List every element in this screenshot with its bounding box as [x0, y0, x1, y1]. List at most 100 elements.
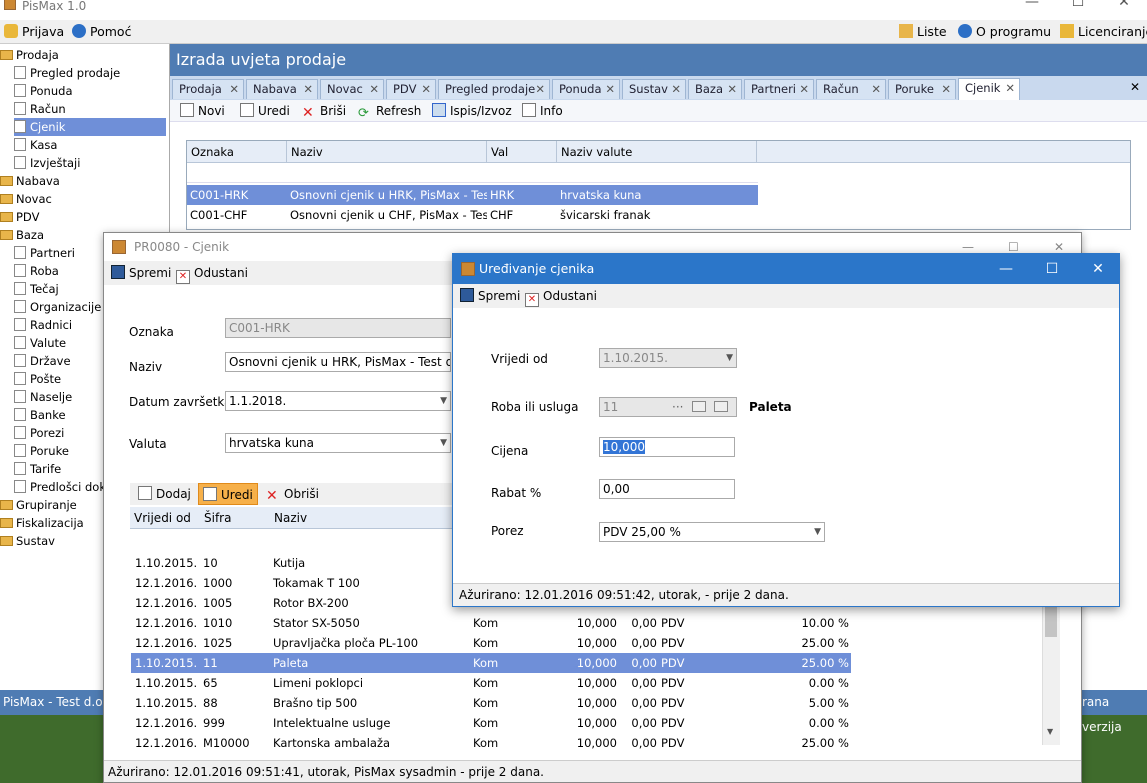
open-folder-icon[interactable] — [692, 401, 706, 412]
tab-3[interactable]: PDV ✕ — [386, 79, 436, 99]
close-tab-icon[interactable]: ✕ — [799, 80, 809, 98]
table-row[interactable]: 12.1.2016. M10000 Kartonska ambalaža Kom 10,… — [131, 733, 851, 753]
table-row[interactable]: 1.10.2015. 65 Limeni poklopci Kom 10,000 0,00… — [131, 673, 851, 693]
close-button[interactable]: ✕ — [1104, 0, 1144, 14]
close-tab-icon[interactable]: ✕ — [941, 80, 951, 98]
menu-prijava[interactable]: Prijava — [4, 23, 64, 41]
edit-icon[interactable] — [714, 401, 728, 412]
tab-11[interactable]: Cjenik ✕ — [958, 78, 1020, 100]
cancel-button[interactable]: ✕ Odustani — [176, 264, 248, 284]
edit-button[interactable]: Uredi — [240, 102, 290, 120]
tab-9[interactable]: Račun ✕ — [816, 79, 886, 99]
items-scrollbar[interactable]: ▼ — [1042, 603, 1060, 745]
menu-o-programu[interactable]: O programu — [958, 23, 1051, 41]
document-icon — [14, 84, 26, 97]
roba-field[interactable]: 11 ··· — [599, 397, 737, 417]
chevron-down-icon[interactable]: ▼ — [726, 349, 733, 367]
close-tab-icon[interactable]: ✕ — [1005, 79, 1015, 97]
scrollbar-thumb[interactable] — [1045, 605, 1057, 637]
close-button[interactable]: ✕ — [1075, 254, 1121, 284]
col-naziv[interactable]: Naziv — [287, 141, 487, 163]
tab-4[interactable]: Pregled prodaje ✕ — [438, 79, 550, 99]
close-all-tabs-icon[interactable]: ✕ — [1130, 80, 1140, 94]
table-row[interactable]: 12.1.2016. 1010 Stator SX-5050 Kom 10,000 0,0… — [131, 613, 851, 633]
tab-7[interactable]: Baza ✕ — [688, 79, 742, 99]
tab-6[interactable]: Sustav ✕ — [622, 79, 686, 99]
sidebar-item[interactable]: Račun — [14, 100, 166, 118]
close-tab-icon[interactable]: ✕ — [421, 80, 431, 98]
table-row[interactable]: 1.10.2015. 88 Brašno tip 500 Kom 10,000 0,00 P… — [131, 693, 851, 713]
tab-5[interactable]: Ponuda ✕ — [552, 79, 620, 99]
table-row[interactable]: 12.1.2016. 1025 Upravljačka ploča PL-100 Ko… — [131, 633, 851, 653]
col-val[interactable]: Val — [487, 141, 557, 163]
rabat-label: Rabat % — [491, 486, 542, 500]
delete-button[interactable]: ✕ Briši — [302, 102, 346, 120]
table-row[interactable]: 12.1.2016. 999 Intelektualne usluge Kom 10,0… — [131, 713, 851, 733]
tab-0[interactable]: Prodaja ✕ — [172, 79, 244, 99]
menu-pomoc[interactable]: Pomoć — [72, 23, 131, 41]
save-button[interactable]: Spremi — [460, 287, 520, 305]
close-tab-icon[interactable]: ✕ — [229, 80, 239, 98]
close-tab-icon[interactable]: ✕ — [871, 80, 881, 98]
col-sifra[interactable]: Šifra — [204, 511, 231, 525]
tab-2[interactable]: Novac ✕ — [320, 79, 384, 99]
maximize-button[interactable]: ☐ — [1029, 254, 1075, 284]
sidebar-item[interactable]: Kasa — [14, 136, 166, 154]
close-tab-icon[interactable]: ✕ — [369, 80, 379, 98]
datum-field[interactable]: 1.1.2018. ▼ — [225, 391, 451, 411]
new-button[interactable]: Novi — [180, 102, 225, 120]
tab-8[interactable]: Partneri ✕ — [744, 79, 814, 99]
col-oznaka[interactable]: Oznaka — [187, 141, 287, 163]
sidebar-item-label: Kasa — [30, 138, 58, 152]
naziv-field[interactable]: Osnovni cjenik u HRK, PisMax - Test d.o.… — [225, 352, 451, 372]
print-export-button[interactable]: Ispis/Izvoz — [432, 102, 512, 120]
col-vrijedi-od[interactable]: Vrijedi od — [134, 511, 191, 525]
minimize-button[interactable]: — — [983, 254, 1029, 284]
sidebar-item[interactable]: Pregled prodaje — [14, 64, 166, 82]
more-icon[interactable]: ··· — [672, 398, 683, 416]
cancel-button[interactable]: ✕ Odustani — [525, 287, 597, 307]
edit-item-button[interactable]: Uredi — [198, 483, 258, 505]
cijena-field[interactable]: 10,000 — [599, 437, 735, 457]
menu-liste[interactable]: Liste — [899, 23, 947, 41]
minimize-button[interactable]: — — [1012, 0, 1052, 14]
vrijedi-field[interactable]: 1.10.2015. ▼ — [599, 348, 737, 368]
close-tab-icon[interactable]: ✕ — [671, 80, 681, 98]
tab-1[interactable]: Nabava ✕ — [246, 79, 318, 99]
chevron-down-icon[interactable]: ▼ — [440, 392, 447, 410]
table-row[interactable]: C001-HRK Osnovni cjenik u HRK, PisMax - … — [187, 185, 758, 205]
valuta-field[interactable]: hrvatska kuna ▼ — [225, 433, 451, 453]
filter-row[interactable] — [187, 163, 758, 183]
sidebar-item[interactable]: PDV — [0, 208, 166, 226]
chevron-down-icon[interactable]: ▼ — [440, 434, 447, 452]
menu-licenciranje[interactable]: Licenciranje — [1060, 23, 1147, 41]
close-tab-icon[interactable]: ✕ — [303, 80, 313, 98]
info-button[interactable]: Info — [522, 102, 563, 120]
sidebar-item[interactable]: Cjenik — [14, 118, 166, 136]
sidebar-item[interactable]: Nabava — [0, 172, 166, 190]
maximize-button[interactable]: ☐ — [1058, 0, 1098, 14]
sidebar-item[interactable]: Prodaja — [0, 46, 166, 64]
delete-item-button[interactable]: ✕ Obriši — [266, 485, 319, 503]
col-naziv-valute[interactable]: Naziv valute — [557, 141, 757, 163]
oznaka-field[interactable]: C001-HRK — [225, 318, 451, 338]
tab-10[interactable]: Poruke ✕ — [888, 79, 956, 99]
chevron-down-icon[interactable]: ▼ — [814, 523, 821, 541]
sidebar-item-label: Države — [30, 354, 71, 368]
sidebar-item[interactable]: Ponuda — [14, 82, 166, 100]
sidebar-item[interactable]: Novac — [0, 190, 166, 208]
close-tab-icon[interactable]: ✕ — [605, 80, 615, 98]
document-icon — [14, 408, 26, 421]
col-naziv[interactable]: Naziv — [274, 511, 307, 525]
sidebar-item[interactable]: Izvještaji — [14, 154, 166, 172]
scroll-down-icon[interactable]: ▼ — [1047, 727, 1053, 736]
save-button[interactable]: Spremi — [111, 264, 171, 282]
close-tab-icon[interactable]: ✕ — [727, 80, 737, 98]
close-tab-icon[interactable]: ✕ — [535, 80, 545, 98]
porez-field[interactable]: PDV 25,00 % ▼ — [599, 522, 825, 542]
refresh-button[interactable]: ⟳ Refresh — [358, 102, 421, 121]
table-row[interactable]: 1.10.2015. 11 Paleta Kom 10,000 0,00 PDV 25.00 … — [131, 653, 851, 673]
table-row[interactable]: C001-CHF Osnovni cjenik u CHF, PisMax - … — [187, 205, 758, 225]
rabat-field[interactable]: 0,00 — [599, 479, 735, 499]
add-button[interactable]: Dodaj — [138, 485, 191, 503]
